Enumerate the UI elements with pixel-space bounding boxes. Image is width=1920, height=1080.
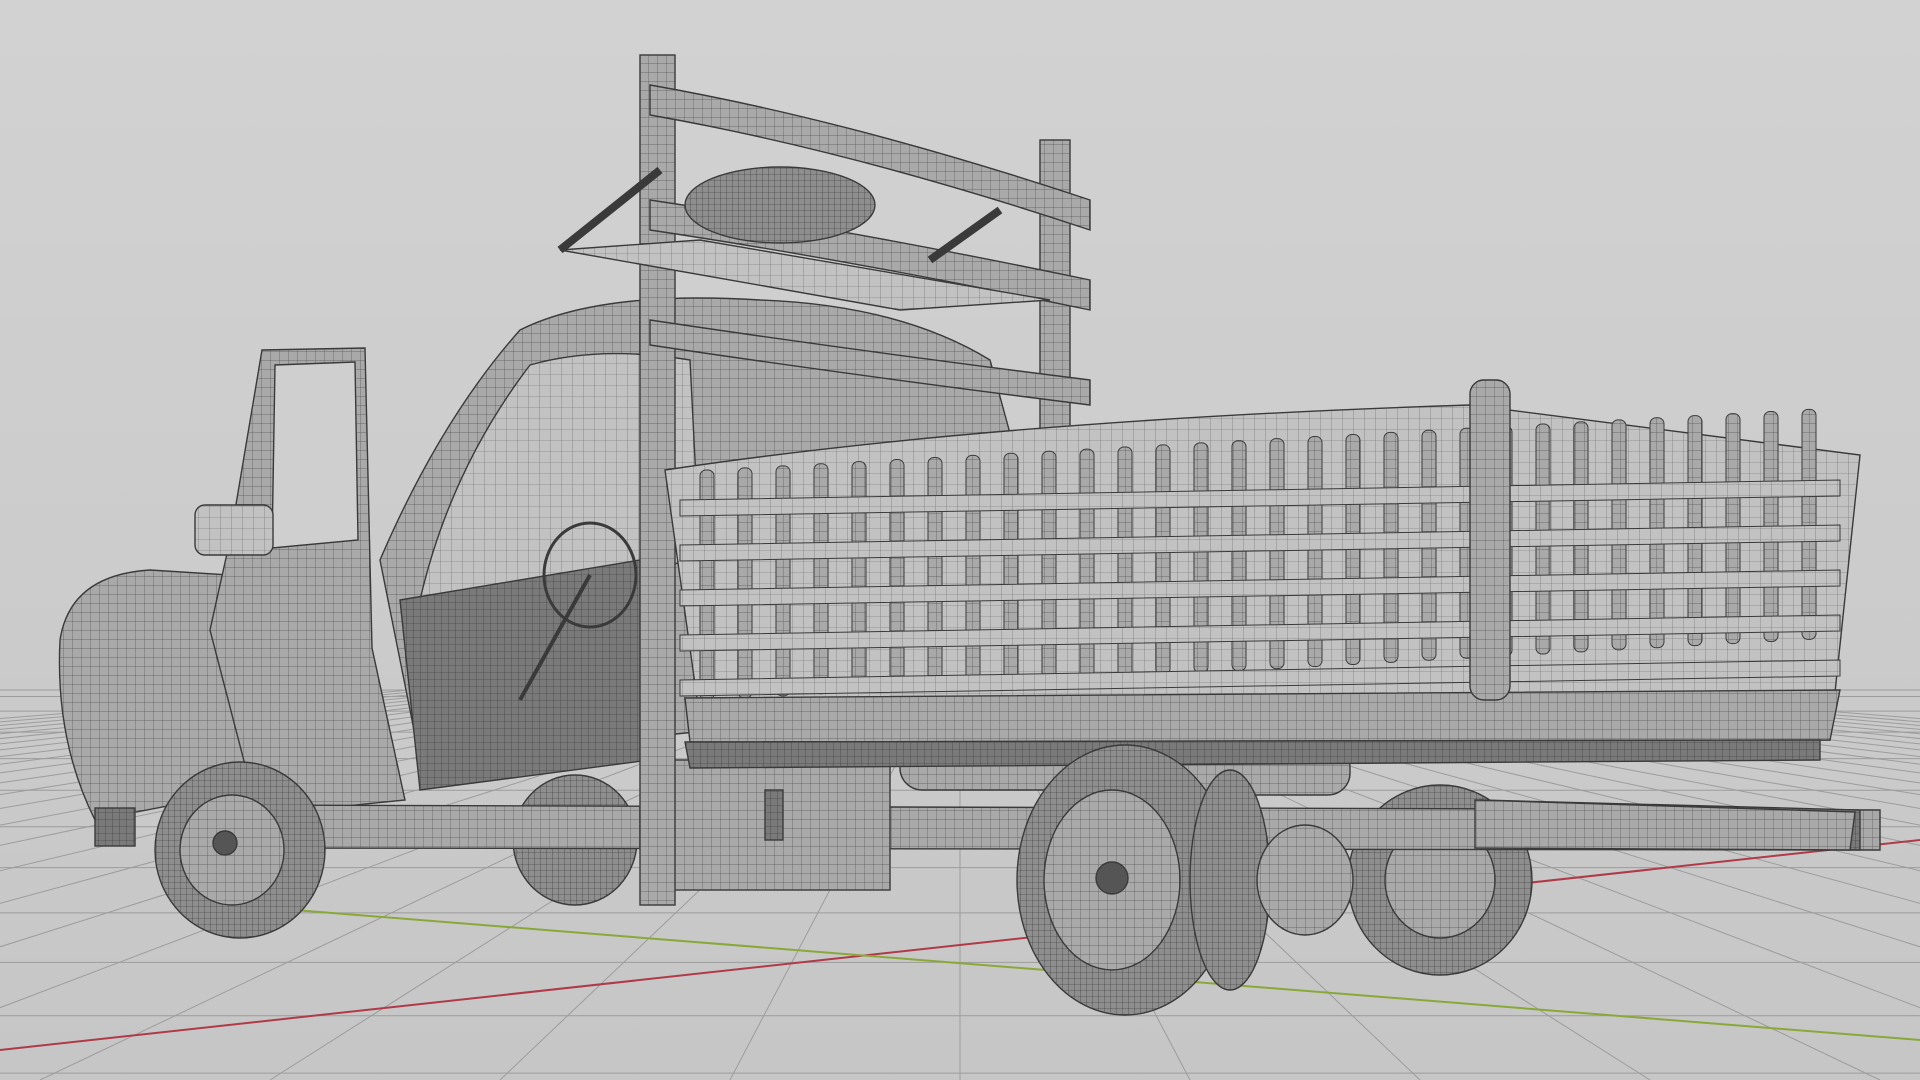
3d-viewport[interactable] — [0, 0, 1920, 1080]
viewport-canvas[interactable] — [0, 0, 1920, 1080]
vertical-slat — [927, 456, 943, 688]
tool-box[interactable] — [659, 759, 891, 891]
vertical-slat — [1003, 452, 1019, 684]
rear-bumper[interactable] — [1474, 799, 1856, 851]
vertical-slat — [1079, 448, 1095, 680]
near-front-wheel[interactable] — [154, 761, 326, 939]
cargo-bed-floor[interactable] — [684, 689, 1841, 769]
spare-tire[interactable] — [684, 166, 876, 244]
vertical-slat — [1041, 450, 1057, 682]
vertical-slat — [1801, 408, 1817, 640]
truck-model[interactable] — [58, 54, 1881, 1016]
vertical-slat — [965, 454, 981, 686]
rear-differential[interactable] — [1256, 824, 1354, 936]
near-rear-wheel[interactable] — [1016, 744, 1271, 1016]
vertical-slat — [851, 461, 867, 693]
vertical-slat — [889, 459, 905, 691]
rear-corner-post[interactable] — [1469, 379, 1511, 701]
